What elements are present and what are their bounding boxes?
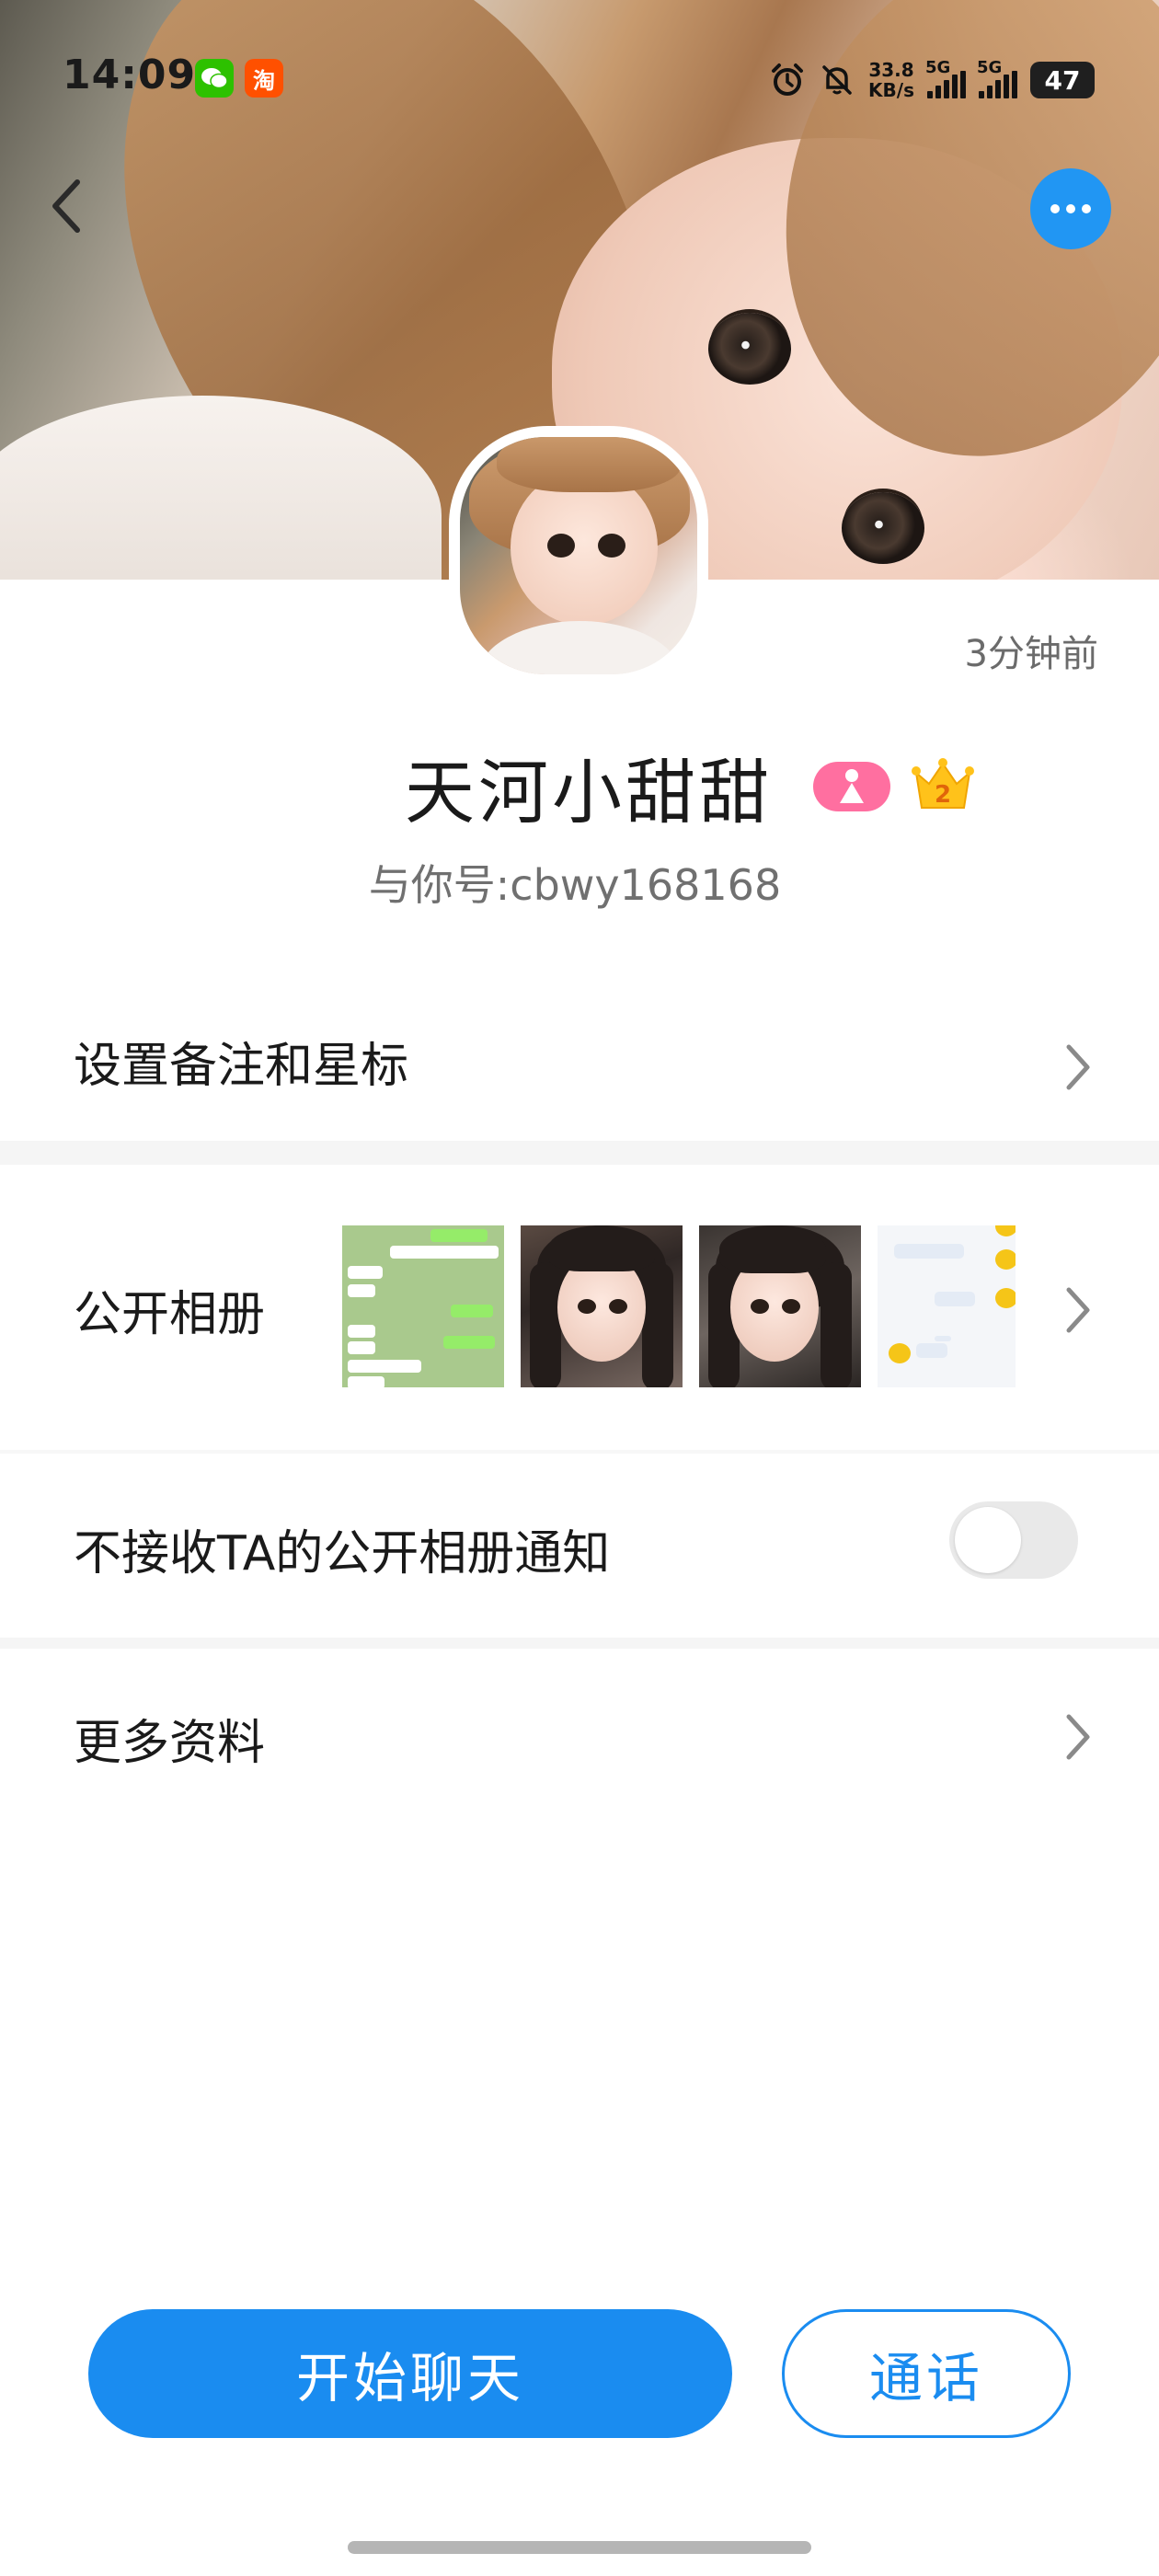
status-indicators: 33.8 KB/s 5G 5G 47: [769, 55, 1095, 105]
level-number: 2: [935, 781, 951, 809]
section-divider: [0, 1141, 1159, 1165]
taobao-icon: 淘: [245, 59, 283, 98]
cover-eye-left: [708, 313, 791, 385]
album-thumbnails: [342, 1225, 1016, 1387]
cover-eye-right: [842, 492, 924, 564]
chevron-right-icon: [1066, 1044, 1090, 1090]
more-info-label: 更多资料: [74, 1716, 266, 1771]
more-horizontal-icon: [1050, 204, 1060, 213]
avatar-image: [460, 437, 697, 674]
section-divider: [0, 1638, 1159, 1649]
album-thumbnail[interactable]: [342, 1225, 504, 1387]
female-icon: [840, 769, 864, 803]
signal-2: 5G: [977, 58, 1017, 98]
status-time: 14:09: [63, 52, 197, 98]
name-row: 天河小甜甜 2: [0, 736, 1159, 837]
account-id: 与你号:cbwy168168: [368, 860, 782, 910]
avatar[interactable]: [449, 426, 708, 685]
remark-and-star-row[interactable]: 设置备注和星标: [0, 994, 1159, 1141]
call-button[interactable]: 通话: [782, 2309, 1071, 2438]
network-speed-value: 33.8: [868, 59, 914, 81]
toggle-knob: [955, 1507, 1021, 1573]
last-seen-time: 3分钟前: [964, 633, 1098, 675]
remark-label: 设置备注和星标: [74, 1039, 409, 1094]
album-thumbnail[interactable]: [878, 1225, 1016, 1387]
more-options-button[interactable]: [1030, 168, 1111, 249]
notify-label: 不接收TA的公开相册通知: [74, 1526, 611, 1581]
level-crown-badge[interactable]: 2: [911, 756, 975, 813]
album-thumbnail[interactable]: [699, 1225, 861, 1387]
signal-1: 5G: [925, 58, 966, 98]
album-thumbnail[interactable]: [521, 1225, 683, 1387]
bell-muted-icon: [819, 62, 855, 98]
network-speed: 33.8 KB/s: [868, 60, 914, 100]
alarm-icon: [769, 62, 806, 98]
gender-badge: [813, 762, 890, 811]
album-label: 公开相册: [74, 1287, 266, 1342]
signal-2-label: 5G: [977, 58, 1003, 77]
chevron-right-icon: [1066, 1287, 1090, 1333]
chevron-left-icon: [52, 179, 80, 233]
more-info-row[interactable]: 更多资料: [0, 1649, 1159, 1823]
network-speed-unit: KB/s: [868, 79, 914, 101]
nickname: 天河小甜甜: [405, 752, 773, 834]
start-chat-button[interactable]: 开始聊天: [88, 2309, 732, 2438]
status-bar: 14:09 淘 33.8 KB/s 5G 5G 47: [0, 0, 1159, 156]
crown-icon: 2: [912, 758, 974, 809]
signal-1-label: 5G: [925, 58, 951, 77]
wechat-icon: [195, 59, 234, 98]
battery-indicator: 47: [1030, 62, 1095, 98]
album-notification-toggle[interactable]: [949, 1501, 1078, 1579]
home-indicator[interactable]: [348, 2541, 811, 2554]
chevron-right-icon: [1066, 1714, 1090, 1760]
back-button[interactable]: [37, 169, 96, 243]
